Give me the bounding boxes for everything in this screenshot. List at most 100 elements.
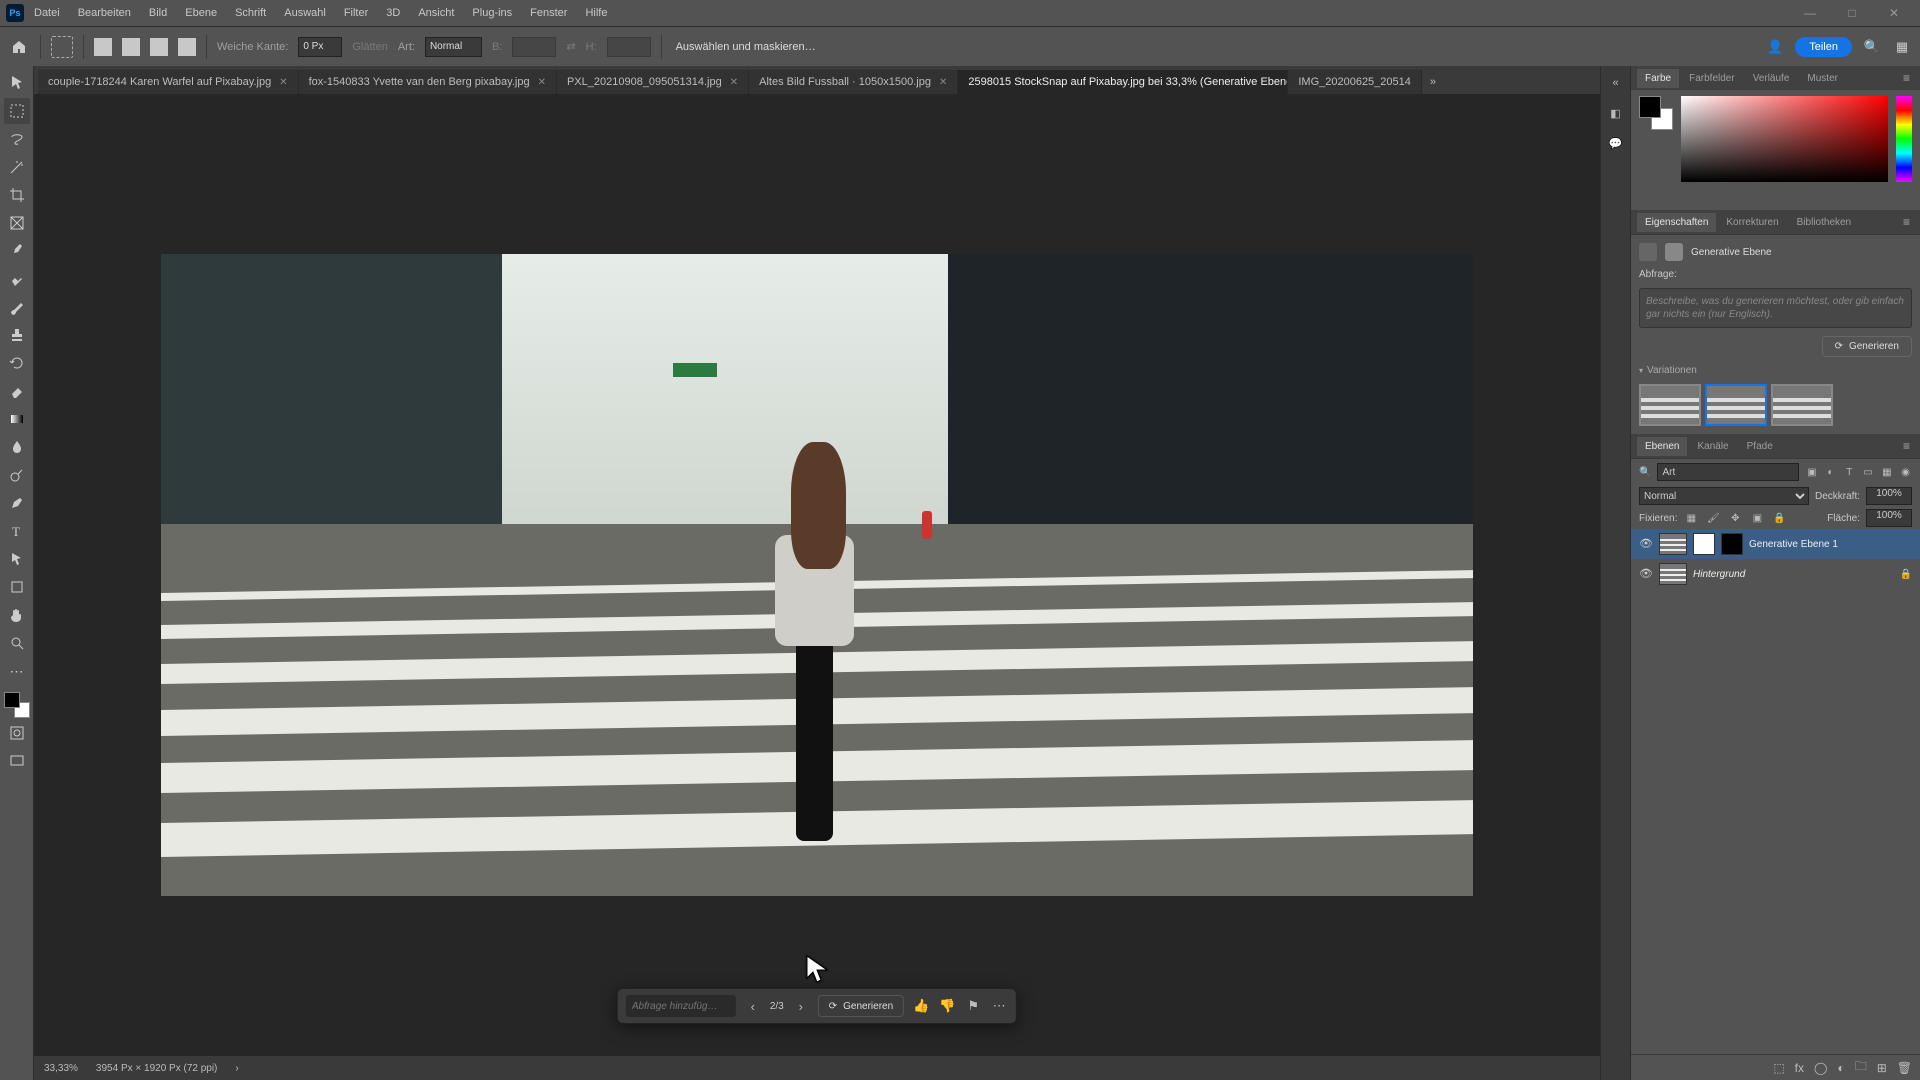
fill-input[interactable]: 100% <box>1866 509 1912 527</box>
visibility-icon[interactable]: 👁 <box>1639 567 1653 581</box>
tool-move[interactable] <box>4 70 30 96</box>
search-icon[interactable]: 🔍 <box>1862 37 1882 57</box>
canvas[interactable] <box>161 254 1473 896</box>
group-icon[interactable]: 🗀 <box>1855 1057 1867 1078</box>
generate-button-panel[interactable]: ⟳Generieren <box>1822 336 1912 357</box>
history-panel-icon[interactable]: ◧ <box>1605 102 1627 124</box>
filter-shape-icon[interactable]: ▭ <box>1862 464 1875 480</box>
quickmask-icon[interactable] <box>4 720 30 746</box>
cloud-docs-icon[interactable]: 👤 <box>1765 37 1785 57</box>
menu-3d[interactable]: 3D <box>378 3 408 23</box>
tool-frame[interactable] <box>4 210 30 236</box>
tabs-overflow-icon[interactable]: » <box>1422 70 1444 94</box>
menu-fenster[interactable]: Fenster <box>522 3 575 23</box>
thumbs-down-icon[interactable]: 👎 <box>938 995 956 1017</box>
lock-paint-icon[interactable]: 🖌 <box>1705 510 1721 526</box>
tool-crop[interactable] <box>4 182 30 208</box>
color-field[interactable] <box>1681 96 1888 182</box>
tab-muster[interactable]: Muster <box>1799 69 1846 88</box>
tool-pen[interactable] <box>4 490 30 516</box>
tool-path-select[interactable] <box>4 546 30 572</box>
mask-thumb-2[interactable] <box>1721 533 1743 555</box>
filter-adjust-icon[interactable]: ◐ <box>1824 464 1837 480</box>
thumbs-up-icon[interactable]: 👍 <box>912 995 930 1017</box>
tool-hand[interactable] <box>4 602 30 628</box>
marquee-preview-icon[interactable] <box>51 36 73 58</box>
next-variation-icon[interactable]: › <box>792 995 810 1017</box>
tool-type[interactable]: T <box>4 518 30 544</box>
doc-tab[interactable]: fox-1540833 Yvette van den Berg pixabay.… <box>299 70 557 94</box>
tab-kanaele[interactable]: Kanäle <box>1689 437 1736 456</box>
doc-tab[interactable]: couple-1718244 Karen Warfel auf Pixabay.… <box>38 70 299 94</box>
generate-button[interactable]: ⟳Generieren <box>818 995 904 1017</box>
panel-menu-icon[interactable]: ≡ <box>1899 215 1914 229</box>
layer-filter-select[interactable] <box>1657 463 1799 481</box>
tab-verlaeufe[interactable]: Verläufe <box>1745 69 1798 88</box>
window-maximize[interactable]: □ <box>1832 6 1872 20</box>
canvas-area[interactable]: ‹ 2/3 › ⟳Generieren 👍 👎 ⚑ ⋯ <box>34 94 1600 1056</box>
mask-thumb[interactable] <box>1693 533 1715 555</box>
tool-history-brush[interactable] <box>4 350 30 376</box>
menu-bearbeiten[interactable]: Bearbeiten <box>70 3 139 23</box>
prev-variation-icon[interactable]: ‹ <box>744 995 762 1017</box>
fg-bg-colors[interactable] <box>4 692 30 718</box>
tool-dodge[interactable] <box>4 462 30 488</box>
layer-row[interactable]: 👁 Generative Ebene 1 <box>1631 529 1920 559</box>
tab-farbfelder[interactable]: Farbfelder <box>1681 69 1743 88</box>
window-close[interactable]: ✕ <box>1874 6 1914 20</box>
layer-thumb[interactable] <box>1659 533 1687 555</box>
chevron-right-icon[interactable]: › <box>235 1063 238 1074</box>
doc-tab[interactable]: IMG_20200625_20514 <box>1288 70 1422 94</box>
tool-wand[interactable] <box>4 154 30 180</box>
comments-panel-icon[interactable]: 💬 <box>1605 132 1627 154</box>
prompt-textarea[interactable]: Beschreibe, was du generieren möchtest, … <box>1639 288 1912 328</box>
link-layers-icon[interactable]: ⬚ <box>1773 1061 1784 1075</box>
selection-new-icon[interactable] <box>94 38 112 56</box>
filter-toggle[interactable]: ◉ <box>1899 464 1912 480</box>
new-layer-icon[interactable]: ⊞ <box>1877 1061 1887 1075</box>
doc-tab[interactable]: Altes Bild Fussball · 1050x1500.jpg✕ <box>749 70 958 94</box>
selection-subtract-icon[interactable] <box>150 38 168 56</box>
style-select[interactable]: Normal <box>425 37 482 57</box>
layer-thumb[interactable] <box>1659 563 1687 585</box>
menu-ansicht[interactable]: Ansicht <box>410 3 462 23</box>
home-icon[interactable] <box>8 36 30 58</box>
opacity-input[interactable]: 100% <box>1866 487 1912 505</box>
layer-name[interactable]: Generative Ebene 1 <box>1749 539 1838 550</box>
workspace-icon[interactable]: ▦ <box>1892 37 1912 57</box>
menu-auswahl[interactable]: Auswahl <box>276 3 334 23</box>
variation-thumb[interactable] <box>1639 384 1701 426</box>
tab-ebenen[interactable]: Ebenen <box>1637 437 1687 456</box>
layer-mask-icon[interactable]: ◯ <box>1814 1061 1827 1075</box>
close-icon[interactable]: ✕ <box>279 77 287 88</box>
flag-icon[interactable]: ⚑ <box>964 995 982 1017</box>
doc-tab-active[interactable]: 2598015 StockSnap auf Pixabay.jpg bei 33… <box>958 70 1288 94</box>
close-icon[interactable]: ✕ <box>939 77 947 88</box>
tab-korrekturen[interactable]: Korrekturen <box>1718 213 1786 232</box>
tool-shape[interactable] <box>4 574 30 600</box>
layer-row[interactable]: 👁 Hintergrund 🔒 <box>1631 559 1920 589</box>
window-minimize[interactable]: — <box>1790 6 1830 20</box>
hue-slider[interactable] <box>1896 96 1912 182</box>
tab-bibliotheken[interactable]: Bibliotheken <box>1789 213 1859 232</box>
fg-bg-large[interactable] <box>1639 96 1673 130</box>
gen-prompt-input[interactable] <box>626 995 736 1017</box>
lock-all-icon[interactable]: 🔒 <box>1771 510 1787 526</box>
tool-eraser[interactable] <box>4 378 30 404</box>
menu-bild[interactable]: Bild <box>141 3 175 23</box>
tool-stamp[interactable] <box>4 322 30 348</box>
tool-eyedropper[interactable] <box>4 238 30 264</box>
menu-ebene[interactable]: Ebene <box>177 3 225 23</box>
variations-heading[interactable]: Variationen <box>1639 365 1912 376</box>
blend-mode-select[interactable]: Normal <box>1639 487 1809 505</box>
more-icon[interactable]: ⋯ <box>990 995 1008 1017</box>
filter-type-icon[interactable]: T <box>1843 464 1856 480</box>
visibility-icon[interactable]: 👁 <box>1639 537 1653 551</box>
lock-position-icon[interactable]: ✥ <box>1727 510 1743 526</box>
feather-input[interactable]: 0 Px <box>298 37 342 57</box>
adjustment-layer-icon[interactable]: ◐ <box>1837 1061 1844 1075</box>
close-icon[interactable]: ✕ <box>538 77 546 88</box>
selection-add-icon[interactable] <box>122 38 140 56</box>
variation-thumb[interactable] <box>1771 384 1833 426</box>
lock-artboard-icon[interactable]: ▣ <box>1749 510 1765 526</box>
